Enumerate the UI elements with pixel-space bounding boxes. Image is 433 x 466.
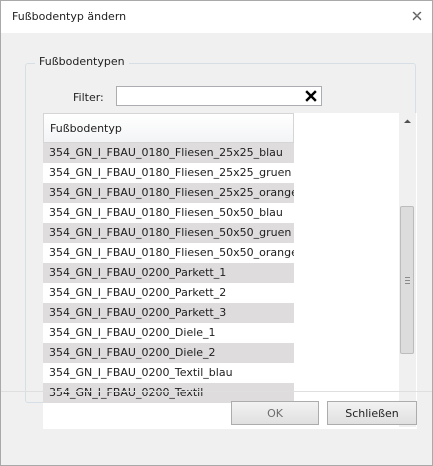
ok-button[interactable]: OK xyxy=(231,401,319,425)
dialog-window: Fußbodentyp ändern Fußbodentypen Filter:… xyxy=(0,0,433,466)
footer-divider xyxy=(1,391,432,392)
list-rows: 354_GN_I_FBAU_0180_Fliesen_25x25_blau 354… xyxy=(43,143,294,403)
list-item[interactable]: 354_GN_I_FBAU_0200_Parkett_3 xyxy=(43,303,294,323)
grip-icon xyxy=(405,277,410,286)
floor-type-list[interactable]: Fußbodentyp 354_GN_I_FBAU_0180_Fliesen_2… xyxy=(43,113,417,429)
list-item[interactable]: 354_GN_I_FBAU_0180_Fliesen_25x25_gruen xyxy=(43,163,294,183)
list-item[interactable]: 354_GN_I_FBAU_0180_Fliesen_50x50_blau xyxy=(43,203,294,223)
title-bar[interactable]: Fußbodentyp ändern xyxy=(1,1,432,33)
list-item[interactable]: 354_GN_I_FBAU_0180_Fliesen_50x50_gruen xyxy=(43,223,294,243)
window-title: Fußbodentyp ändern xyxy=(12,10,127,23)
scroll-up-arrow-icon[interactable] xyxy=(399,113,416,130)
vertical-scrollbar[interactable] xyxy=(399,113,416,427)
list-item[interactable]: 354_GN_I_FBAU_0180_Fliesen_25x25_blau xyxy=(43,143,294,163)
filter-label: Filter: xyxy=(73,91,104,104)
list-item[interactable]: 354_GN_I_FBAU_0180_Fliesen_50x50_orange xyxy=(43,243,294,263)
list-item[interactable]: 354_GN_I_FBAU_0200_Diele_1 xyxy=(43,323,294,343)
filter-input[interactable] xyxy=(116,86,322,106)
list-item[interactable]: 354_GN_I_FBAU_0180_Fliesen_25x25_orange xyxy=(43,183,294,203)
list-item[interactable]: 354_GN_I_FBAU_0200_Textil_blau xyxy=(43,363,294,383)
column-header-floor-type[interactable]: Fußbodentyp xyxy=(43,113,294,143)
list-item[interactable]: 354_GN_I_FBAU_0200_Textil xyxy=(43,383,294,403)
list-item[interactable]: 354_GN_I_FBAU_0200_Diele_2 xyxy=(43,343,294,363)
column-header-label: Fußbodentyp xyxy=(50,122,122,135)
list-item[interactable]: 354_GN_I_FBAU_0200_Parkett_2 xyxy=(43,283,294,303)
close-button[interactable]: Schließen xyxy=(327,401,417,425)
dialog-content: Fußbodentypen Filter: Fußbodentyp 354_GN… xyxy=(1,33,432,465)
clear-icon[interactable] xyxy=(304,89,318,103)
group-title: Fußbodentypen xyxy=(35,55,129,68)
list-item[interactable]: 354_GN_I_FBAU_0200_Parkett_1 xyxy=(43,263,294,283)
close-icon[interactable] xyxy=(408,7,426,25)
scrollbar-thumb[interactable] xyxy=(400,206,414,354)
